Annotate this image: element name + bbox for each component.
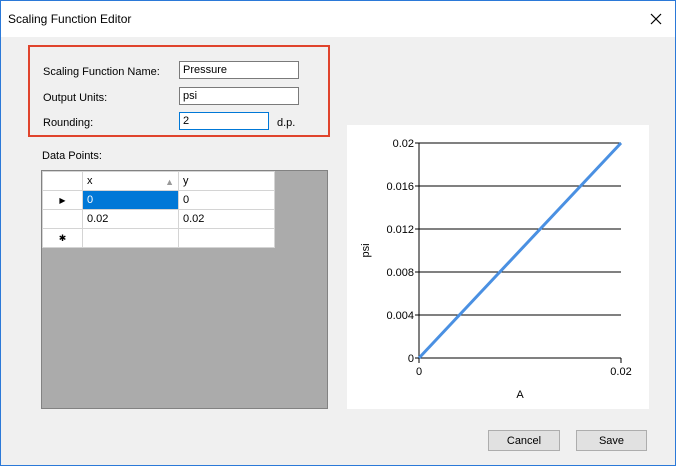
column-header-x[interactable]: x ▲: [82, 171, 179, 191]
chart-panel: 0 0.004 0.008 0.012 0.016 0.02 0 0.02 Apsi: [347, 125, 649, 409]
cancel-button[interactable]: Cancel: [488, 430, 560, 451]
new-row-icon: ✱: [42, 228, 83, 248]
rounding-label: Rounding:: [43, 117, 94, 129]
y-tick-label: 0.012: [386, 224, 414, 236]
grid-cell-x[interactable]: 0: [82, 190, 179, 210]
rounding-suffix: d.p.: [277, 117, 296, 129]
line-chart: 0 0.004 0.008 0.012 0.016 0.02 0 0.02 Apsi: [360, 138, 632, 401]
close-button[interactable]: [641, 5, 671, 33]
table-row[interactable]: ✱: [42, 228, 275, 248]
y-tick-label: 0.004: [386, 310, 414, 322]
table-row[interactable]: ▶ 0 0: [42, 190, 275, 210]
column-header-y[interactable]: y: [178, 171, 275, 191]
data-grid-table: x ▲ y ▶ 0 0 0.02 0.02 ✱: [42, 171, 275, 248]
y-tick-label: 0: [408, 353, 414, 365]
series-line: [417, 141, 623, 360]
name-label: Scaling Function Name:: [43, 66, 160, 78]
function-name-input[interactable]: [179, 61, 299, 79]
window-title: Scaling Function Editor: [8, 12, 132, 26]
dialog-window: Scaling Function Editor Scaling Function…: [0, 0, 676, 466]
grid-cell-x[interactable]: [82, 228, 179, 248]
data-points-label: Data Points:: [42, 150, 102, 162]
current-row-icon: ▶: [42, 190, 83, 210]
output-units-input[interactable]: [179, 87, 299, 105]
y-tick-label: 0.02: [393, 138, 414, 150]
rounding-input[interactable]: [179, 112, 269, 130]
table-row[interactable]: 0.02 0.02: [42, 209, 275, 229]
units-label: Output Units:: [43, 92, 108, 104]
y-tick-label: 0.016: [386, 181, 414, 193]
grid-cell-y[interactable]: [178, 228, 275, 248]
y-axis-label: psi: [360, 243, 372, 257]
data-points-grid[interactable]: x ▲ y ▶ 0 0 0.02 0.02 ✱: [41, 170, 328, 409]
column-header-label: x: [87, 175, 93, 187]
y-tick-label: 0.008: [386, 267, 414, 279]
grid-cell-y[interactable]: 0: [178, 190, 275, 210]
row-header: [42, 209, 83, 229]
sort-ascending-icon: ▲: [165, 177, 174, 187]
grid-cell-y[interactable]: 0.02: [178, 209, 275, 229]
x-tick-label: 0.02: [610, 366, 631, 378]
save-button[interactable]: Save: [576, 430, 647, 451]
grid-cell-x[interactable]: 0.02: [82, 209, 179, 229]
column-header-label: y: [183, 175, 189, 187]
x-tick-label: 0: [416, 366, 422, 378]
x-axis-label: A: [516, 389, 524, 401]
grid-header-row: x ▲ y: [42, 171, 275, 191]
grid-corner-header: [42, 171, 83, 191]
title-bar: Scaling Function Editor: [1, 1, 675, 37]
close-icon: [650, 13, 662, 25]
dialog-content: Scaling Function Name: Output Units: Rou…: [1, 37, 675, 465]
